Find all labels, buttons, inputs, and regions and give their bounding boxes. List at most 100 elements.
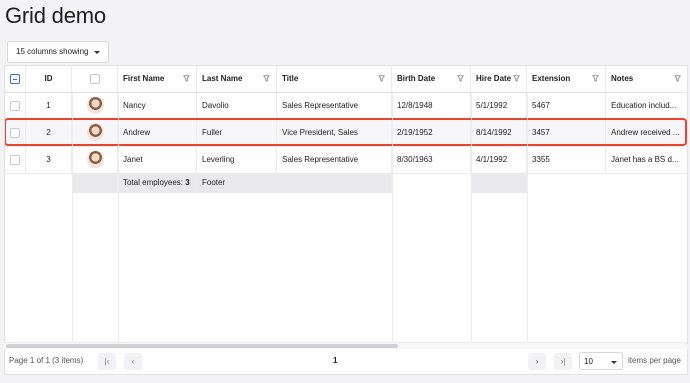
header-select-all[interactable]: [5, 66, 26, 92]
cell-hire-date: 8/14/1992: [471, 120, 527, 146]
filter-icon[interactable]: [183, 75, 190, 82]
cell-photo: [72, 120, 118, 146]
cell-hire-date: 4/1/1992: [471, 147, 527, 173]
horizontal-scrollbar[interactable]: [4, 342, 686, 349]
header-birth-date[interactable]: Birth Date: [392, 66, 471, 92]
cell-photo: [72, 147, 118, 173]
current-page-number[interactable]: 1: [333, 356, 337, 365]
page-size-value: 10: [584, 357, 593, 366]
cell-notes: Education includ...: [611, 101, 677, 110]
cell-extension: 3355: [527, 147, 606, 173]
last-page-icon: ›|: [560, 357, 566, 366]
header-extension[interactable]: Extension: [527, 66, 606, 92]
cell-id: 3: [26, 147, 72, 173]
cell-photo: [72, 93, 118, 119]
cell-last-name: Leverling: [197, 147, 277, 173]
cell-id: 1: [26, 93, 72, 119]
table-row-selected[interactable]: 2 Andrew Fuller Vice President, Sales 2/…: [5, 120, 687, 147]
cell-birth-date: 8/30/1963: [392, 147, 471, 173]
row-checkbox[interactable]: [10, 154, 20, 165]
pager-info: Page 1 of 1 (3 items): [9, 356, 84, 365]
header-birth-date-label: Birth Date: [397, 74, 436, 83]
data-grid: ID First Name Last Name Title Birth Date: [4, 65, 688, 344]
filter-icon[interactable]: [513, 75, 520, 82]
cell-first-name: Janet: [118, 147, 197, 173]
footer-cell-empty: [471, 173, 527, 193]
header-extension-label: Extension: [532, 74, 571, 83]
cell-first-name: Andrew: [118, 120, 197, 146]
cell-first-name: Nancy: [118, 93, 197, 119]
footer-text-cell: Footer: [197, 173, 392, 193]
columns-chooser-button[interactable]: 15 columns showing: [7, 41, 110, 63]
header-id[interactable]: ID: [26, 66, 72, 92]
footer-total-label: Total employees:: [123, 178, 184, 187]
chevron-left-icon: ‹: [131, 357, 135, 366]
cell-notes: Janet has a BS d...: [611, 155, 679, 164]
cell-title: Sales Representative: [277, 93, 392, 119]
header-hire-date[interactable]: Hire Date: [471, 66, 527, 92]
row-select-cell[interactable]: [5, 120, 26, 146]
table-row[interactable]: 3 Janet Leverling Sales Representative 8…: [5, 147, 687, 174]
header-photo: [72, 66, 118, 92]
cell-title: Sales Representative: [277, 147, 392, 173]
grid-footer-row: Total employees: 3 Footer: [5, 173, 687, 193]
pager: Page 1 of 1 (3 items) |‹ ‹ 1 › ›| 10 ite…: [4, 349, 688, 375]
cell-birth-date: 12/8/1948: [392, 93, 471, 119]
cell-notes: Andrew received ...: [611, 128, 680, 137]
chevron-down-icon: [611, 361, 617, 364]
avatar: [87, 97, 104, 114]
page-title: Grid demo: [5, 3, 106, 28]
header-hire-date-label: Hire Date: [476, 74, 512, 83]
first-page-icon: |‹: [104, 357, 110, 366]
row-checkbox[interactable]: [10, 100, 20, 111]
column-divider: [118, 93, 119, 343]
cell-extension: 5467: [527, 93, 606, 119]
header-last-name[interactable]: Last Name: [197, 66, 277, 92]
cell-last-name: Davolio: [197, 93, 277, 119]
filter-icon[interactable]: [378, 75, 385, 82]
column-divider: [471, 93, 472, 343]
first-page-button[interactable]: |‹: [98, 353, 116, 370]
row-select-cell[interactable]: [5, 147, 26, 173]
filter-icon[interactable]: [263, 75, 270, 82]
page-size-select[interactable]: 10: [579, 352, 623, 370]
cell-id: 2: [26, 120, 72, 146]
avatar: [87, 124, 104, 141]
header-first-name-label: First Name: [123, 74, 165, 83]
last-page-button[interactable]: ›|: [554, 353, 572, 370]
row-checkbox[interactable]: [10, 127, 20, 138]
columns-chooser-label: 15 columns showing: [16, 47, 89, 56]
row-select-cell[interactable]: [5, 93, 26, 119]
filter-icon[interactable]: [457, 75, 464, 82]
prev-page-button[interactable]: ‹: [124, 353, 142, 370]
header-title[interactable]: Title: [277, 66, 392, 92]
cell-last-name: Fuller: [197, 120, 277, 146]
grid-header-row: ID First Name Last Name Title Birth Date: [5, 66, 687, 93]
header-notes[interactable]: Notes: [606, 66, 687, 92]
table-row[interactable]: 1 Nancy Davolio Sales Representative 12/…: [5, 93, 687, 120]
header-title-label: Title: [282, 74, 299, 83]
header-notes-label: Notes: [611, 74, 634, 83]
chevron-right-icon: ›: [535, 357, 539, 366]
column-divider: [527, 93, 528, 343]
footer-total-cell: Total employees: 3: [118, 173, 197, 193]
select-all-checkbox[interactable]: [10, 73, 20, 84]
cell-extension: 3457: [527, 120, 606, 146]
cell-title: Vice President, Sales: [277, 120, 392, 146]
footer-total-value: 3: [185, 178, 190, 187]
toolbar: 15 columns showing: [4, 38, 686, 65]
column-divider: [72, 93, 73, 343]
header-first-name[interactable]: First Name: [118, 66, 197, 92]
footer-cell-empty: [72, 173, 118, 193]
scrollbar-thumb[interactable]: [6, 344, 398, 348]
cell-hire-date: 5/1/1992: [471, 93, 527, 119]
filter-icon[interactable]: [592, 75, 599, 82]
header-last-name-label: Last Name: [202, 74, 243, 83]
column-divider: [392, 93, 393, 343]
page-size-label: items per page: [628, 356, 681, 365]
avatar: [87, 151, 104, 168]
page: Grid demo 15 columns showing ID First Na…: [0, 0, 690, 383]
cell-birth-date: 2/19/1952: [392, 120, 471, 146]
filter-icon[interactable]: [674, 75, 681, 82]
next-page-button[interactable]: ›: [528, 353, 546, 370]
